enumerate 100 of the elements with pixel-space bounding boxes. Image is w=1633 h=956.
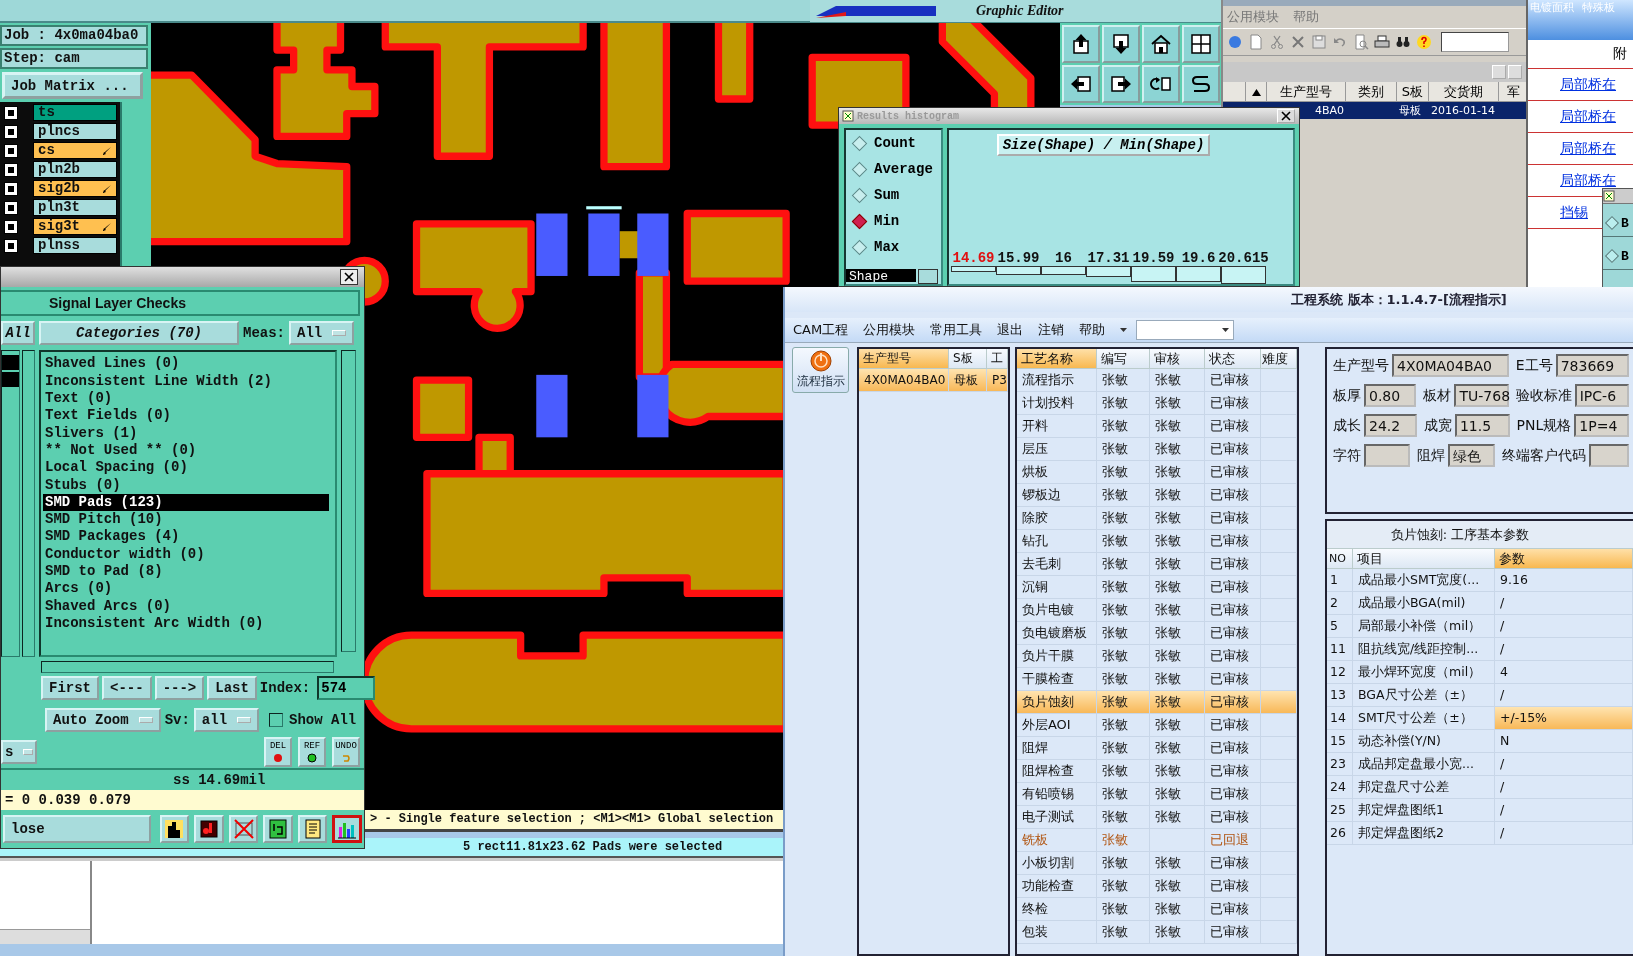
table-cell[interactable]: 张敏	[1149, 691, 1205, 714]
list-item[interactable]: Shaved Lines (0)	[43, 355, 329, 373]
table-cell[interactable]: 外层AOI	[1016, 714, 1097, 737]
table-cell[interactable]: 4X0MA04BA0	[859, 369, 949, 392]
table-cell[interactable]: 已审核	[1204, 392, 1261, 415]
table-cell[interactable]: 张敏	[1149, 484, 1205, 507]
table-cell[interactable]: 张敏	[1096, 875, 1150, 898]
table-cell[interactable]: 负片电镀	[1016, 599, 1097, 622]
text-field[interactable]	[1589, 444, 1629, 467]
radio-option[interactable]: Average	[846, 156, 941, 182]
toolbar-button[interactable]	[1374, 34, 1390, 50]
table-cell[interactable]: 张敏	[1149, 875, 1205, 898]
table-cell[interactable]: 张敏	[1096, 599, 1150, 622]
zoom-dropdown[interactable]: Auto Zoom	[45, 707, 161, 732]
list-item[interactable]: Shaved Arcs (0)	[43, 597, 329, 615]
option[interactable]: B	[1603, 243, 1633, 270]
table-cell[interactable]: 张敏	[1096, 553, 1150, 576]
action-button[interactable]: REF	[298, 736, 326, 767]
toolbar-button[interactable]	[1395, 34, 1411, 50]
table-cell[interactable]: 负片蚀刻	[1016, 691, 1097, 714]
table-cell[interactable]: 已审核	[1204, 576, 1261, 599]
list-item[interactable]: Arcs (0)	[43, 580, 329, 598]
table-cell[interactable]: 张敏	[1149, 921, 1205, 944]
table-cell[interactable]: 张敏	[1149, 622, 1205, 645]
table-cell[interactable]: 已审核	[1204, 875, 1261, 898]
table-cell[interactable]: 张敏	[1096, 921, 1150, 944]
table-cell[interactable]: 已审核	[1204, 415, 1261, 438]
table-cell[interactable]: 张敏	[1149, 369, 1205, 392]
checkbox[interactable]	[4, 219, 18, 234]
table-cell[interactable]: 张敏	[1149, 392, 1205, 415]
table-cell[interactable]: 张敏	[1096, 806, 1150, 829]
table-cell[interactable]: 张敏	[1149, 553, 1205, 576]
checkbox[interactable]	[4, 162, 18, 177]
layer-dropdown[interactable]: s	[1, 739, 37, 764]
link[interactable]: 局部桥在	[1560, 139, 1616, 158]
checkbox[interactable]	[4, 200, 18, 215]
menu-item[interactable]: CAM工程	[793, 321, 849, 339]
job-matrix-button[interactable]: Job Matrix ...	[2, 72, 143, 99]
radio-option[interactable]: Min	[846, 208, 941, 234]
table-cell[interactable]: 已审核	[1204, 806, 1261, 829]
table-cell[interactable]: 张敏	[1149, 507, 1205, 530]
table-cell[interactable]: 已审核	[1204, 461, 1261, 484]
table-cell[interactable]: P3	[987, 369, 1008, 392]
table-cell[interactable]: 终检	[1016, 898, 1097, 921]
menu-item[interactable]: 注销	[1038, 321, 1065, 339]
list-item[interactable]: Inconsistent Arc Width (0)	[43, 614, 329, 633]
list-item[interactable]: SMD to Pad (8)	[43, 563, 329, 581]
table-cell[interactable]: 阻焊检查	[1016, 760, 1097, 783]
table-cell[interactable]: 已审核	[1204, 921, 1261, 944]
list-item[interactable]: Inconsistent Line Width (2)	[43, 372, 329, 391]
text-field[interactable]: 4X0MA04BA0	[1392, 354, 1509, 377]
table-cell[interactable]: 阻焊	[1016, 737, 1097, 760]
table-cell[interactable]: 张敏	[1096, 760, 1150, 783]
table-cell[interactable]: 张敏	[1096, 691, 1150, 714]
text-field[interactable]: TU-768	[1454, 384, 1509, 407]
table-cell[interactable]: 沉铜	[1016, 576, 1097, 599]
table-cell[interactable]: 锣板边	[1016, 484, 1097, 507]
table-cell[interactable]: 已审核	[1204, 599, 1261, 622]
text-field[interactable]	[1441, 32, 1509, 52]
checkbox[interactable]	[4, 181, 18, 196]
table-cell[interactable]: 张敏	[1149, 461, 1205, 484]
table-cell[interactable]: 已审核	[1204, 645, 1261, 668]
text-field[interactable]: 11.5	[1454, 414, 1510, 437]
table-cell[interactable]: 张敏	[1149, 783, 1205, 806]
list-item[interactable]: Text (0)	[43, 390, 329, 408]
link[interactable]: 局部桥在	[1560, 171, 1616, 190]
menu-item[interactable]: 退出	[997, 321, 1024, 339]
flow-button[interactable]: 流程指示	[792, 347, 849, 393]
tab[interactable]: All	[1, 320, 35, 345]
table-cell[interactable]: 张敏	[1149, 760, 1205, 783]
table-cell[interactable]: 张敏	[1096, 783, 1150, 806]
table-cell[interactable]: 张敏	[1096, 438, 1150, 461]
layer-item[interactable]: sig2b	[33, 180, 117, 197]
show-all-checkbox[interactable]: Show All	[269, 711, 357, 728]
table-cell[interactable]: 包装	[1016, 921, 1097, 944]
layer-item[interactable]: pln3t	[33, 199, 117, 216]
table-cell[interactable]: 已审核	[1204, 530, 1261, 553]
option[interactable]: B	[1603, 210, 1633, 237]
table-cell[interactable]: 负片干膜	[1016, 645, 1097, 668]
table-cell[interactable]: 张敏	[1096, 852, 1150, 875]
meas-dropdown[interactable]: All	[289, 320, 355, 345]
list-item[interactable]: Conductor width (0)	[43, 545, 329, 563]
table-cell[interactable]: 张敏	[1096, 622, 1150, 645]
table-cell[interactable]: 张敏	[1149, 737, 1205, 760]
table-cell[interactable]: 小板切割	[1016, 852, 1097, 875]
link[interactable]: 挡锡	[1560, 203, 1588, 222]
table-cell[interactable]: 张敏	[1149, 530, 1205, 553]
table-cell[interactable]: 开料	[1016, 415, 1097, 438]
link[interactable]: 局部桥在	[1560, 107, 1616, 126]
table-cell[interactable]: 已审核	[1204, 438, 1261, 461]
index-field[interactable]: 574	[317, 676, 376, 701]
close-button[interactable]	[340, 268, 358, 285]
table-cell[interactable]: 张敏	[1096, 645, 1150, 668]
table-cell[interactable]: 张敏	[1096, 530, 1150, 553]
list-item[interactable]: Local Spacing (0)	[43, 459, 329, 477]
table-cell[interactable]: 张敏	[1149, 645, 1205, 668]
table-cell[interactable]: 流程指示	[1016, 369, 1097, 392]
categories-button[interactable]: Categories (70)	[39, 320, 239, 345]
table-cell[interactable]: 功能检查	[1016, 875, 1097, 898]
radio-option[interactable]: Sum	[846, 182, 941, 208]
